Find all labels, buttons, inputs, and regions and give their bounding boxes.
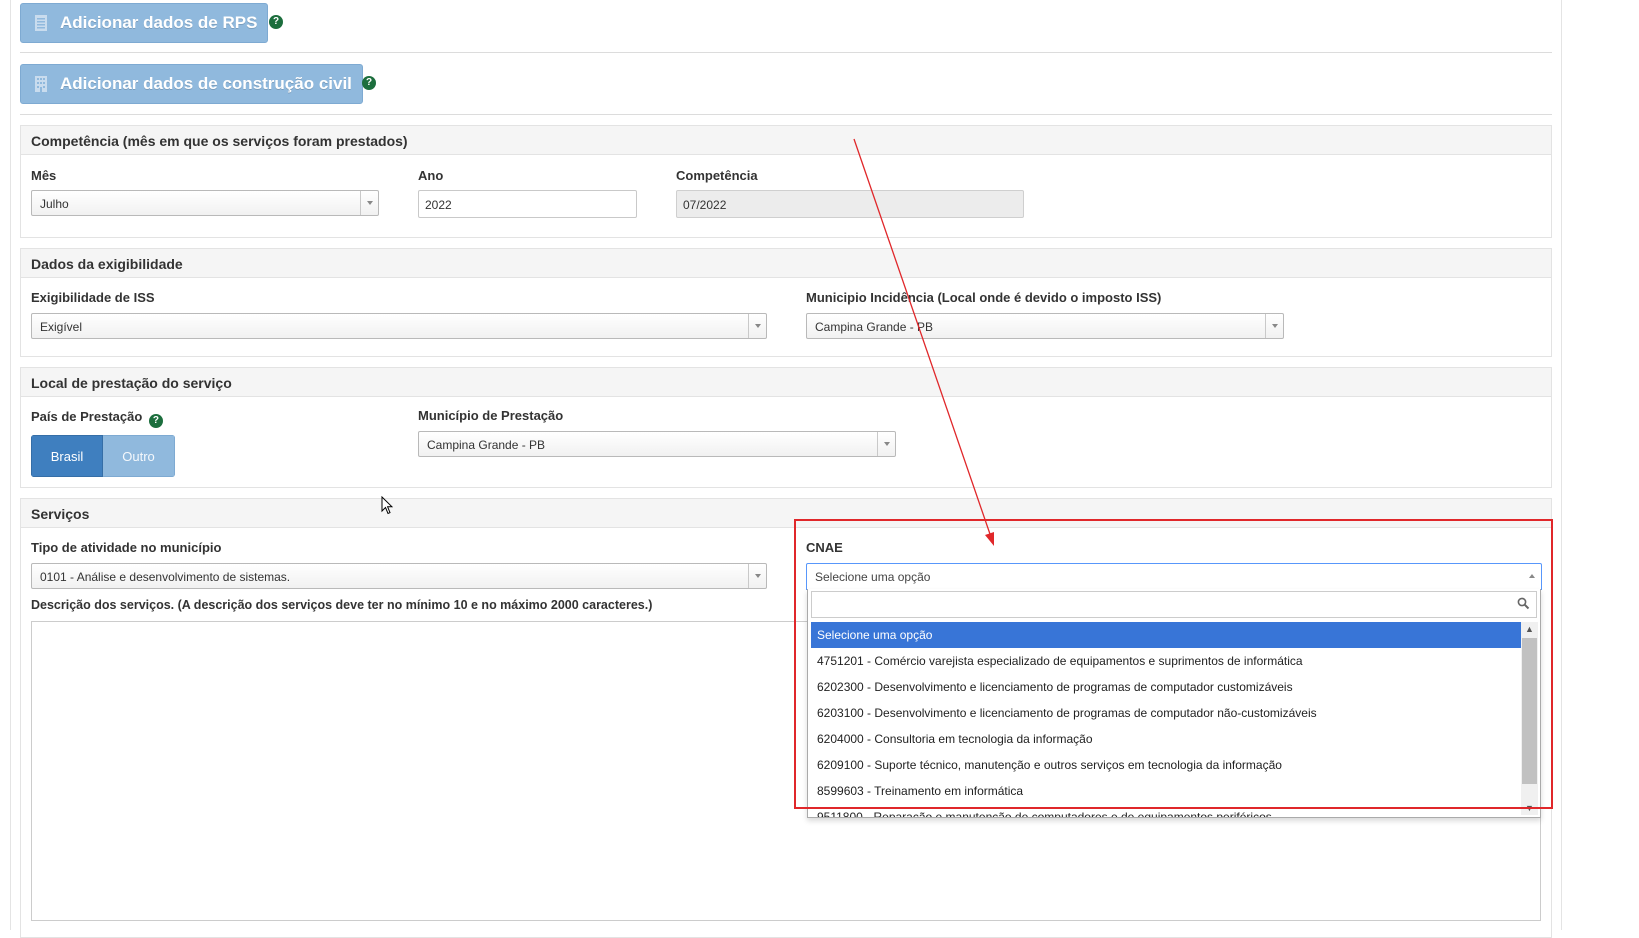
tipo-atividade-select[interactable]: 0101 - Análise e desenvolvimento de sist… [31, 563, 767, 589]
tipo-atividade-value: 0101 - Análise e desenvolvimento de sist… [40, 570, 291, 584]
help-icon[interactable]: ? [148, 414, 163, 428]
competencia-panel: Competência (mês em que os serviços fora… [20, 125, 1552, 238]
cnae-dropdown-scrollbar[interactable]: ▲ ▼ [1521, 622, 1538, 815]
cnae-select-value: Selecione uma opção [815, 570, 931, 584]
competencia-field: 07/2022 [676, 190, 1024, 218]
exigibilidade-iss-select[interactable]: Exigível [31, 313, 767, 339]
cnae-dropdown: Selecione uma opção 4751201 - Comércio va… [807, 589, 1541, 818]
help-icon[interactable]: ? [362, 76, 376, 90]
cnae-option[interactable]: 9511800 - Reparação e manutenção de comp… [811, 804, 1521, 817]
pais-toggle: Brasil Outro [31, 435, 175, 477]
chevron-down-icon [877, 432, 895, 456]
ano-input[interactable]: 2022 [418, 190, 637, 218]
chevron-down-icon [1265, 314, 1283, 338]
competencia-panel-title: Competência (mês em que os serviços fora… [21, 126, 1551, 155]
scroll-down-icon[interactable]: ▼ [1525, 804, 1534, 813]
mes-label: Mês [31, 168, 57, 183]
add-rps-button[interactable]: Adicionar dados de RPS [20, 3, 269, 43]
cnae-option[interactable]: 6203100 - Desenvolvimento e licenciament… [811, 700, 1521, 726]
scrollbar-thumb[interactable] [1522, 638, 1537, 784]
servicos-panel-title: Serviços [21, 499, 1551, 528]
add-construction-button-label: Adicionar dados de construção civil [60, 74, 352, 93]
tipo-atividade-label: Tipo de atividade no município [31, 540, 222, 555]
scroll-up-icon[interactable]: ▲ [1525, 625, 1534, 634]
municipio-incidencia-label: Municipio Incidência (Local onde é devid… [806, 290, 1162, 305]
search-icon [1517, 597, 1530, 610]
competencia-label: Competência [676, 168, 758, 183]
building-icon [33, 75, 49, 93]
mes-select-value: Julho [40, 197, 69, 211]
pais-prestacao-label: País de Prestação ? [31, 409, 163, 428]
exigibilidade-panel-title: Dados da exigibilidade [21, 249, 1551, 278]
municipio-incidencia-select[interactable]: Campina Grande - PB [806, 313, 1284, 339]
cnae-option[interactable]: 4751201 - Comércio varejista especializa… [811, 648, 1521, 674]
chevron-up-icon [1529, 574, 1535, 578]
brasil-toggle-button[interactable]: Brasil [31, 435, 103, 477]
help-icon[interactable]: ? [269, 15, 283, 29]
municipio-incidencia-value: Campina Grande - PB [815, 320, 934, 334]
add-rps-button-label: Adicionar dados de RPS [60, 13, 258, 32]
cnae-option[interactable]: Selecione uma opção [811, 622, 1521, 648]
cnae-option-list: Selecione uma opção 4751201 - Comércio va… [811, 622, 1521, 817]
divider [20, 52, 1552, 53]
chevron-down-icon [360, 191, 378, 215]
chevron-down-icon [748, 564, 766, 588]
municipio-prestacao-label: Município de Prestação [418, 408, 564, 423]
document-list-icon [33, 14, 49, 32]
exigibilidade-iss-label: Exigibilidade de ISS [31, 290, 155, 305]
cnae-option[interactable]: 6209100 - Suporte técnico, manutenção e … [811, 752, 1521, 778]
cnae-search-input[interactable] [811, 591, 1537, 618]
cnae-select[interactable]: Selecione uma opção [806, 563, 1542, 590]
divider [20, 114, 1552, 115]
outro-toggle-button[interactable]: Outro [103, 435, 175, 477]
cnae-option[interactable]: 6204000 - Consultoria em tecnologia da i… [811, 726, 1521, 752]
chevron-down-icon [748, 314, 766, 338]
mouse-pointer-icon [381, 496, 393, 515]
exigibilidade-iss-value: Exigível [40, 320, 83, 334]
pais-prestacao-label-text: País de Prestação [31, 409, 143, 424]
cnae-label: CNAE [806, 540, 843, 555]
municipio-prestacao-select[interactable]: Campina Grande - PB [418, 431, 896, 457]
local-prestacao-panel: Local de prestação do serviço País de Pr… [20, 367, 1552, 488]
municipio-prestacao-value: Campina Grande - PB [427, 438, 546, 452]
add-construction-button[interactable]: Adicionar dados de construção civil [20, 64, 363, 104]
mes-select[interactable]: Julho [31, 190, 379, 216]
local-prestacao-panel-title: Local de prestação do serviço [21, 368, 1551, 397]
descricao-servicos-label: Descrição dos serviços. (A descrição dos… [31, 598, 653, 612]
exigibilidade-panel: Dados da exigibilidade Exigibilidade de … [20, 248, 1552, 357]
cnae-option[interactable]: 6202300 - Desenvolvimento e licenciament… [811, 674, 1521, 700]
cnae-option[interactable]: 8599603 - Treinamento em informática [811, 778, 1521, 804]
ano-label: Ano [418, 168, 444, 183]
